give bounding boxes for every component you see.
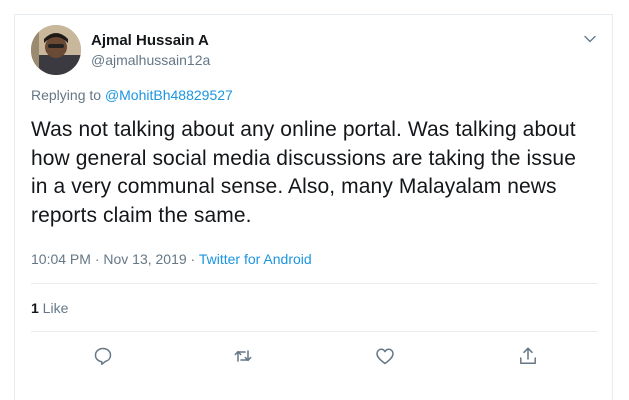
tweet-card: Ajmal Hussain A @ajmalhussain12a Replyin… xyxy=(14,14,613,400)
avatar[interactable] xyxy=(31,25,81,75)
retweet-icon[interactable] xyxy=(232,345,254,367)
replying-to-label: Replying to xyxy=(31,87,105,103)
likes-count[interactable]: 1 Like xyxy=(31,300,68,316)
tweet-meta: 10:04 PM · Nov 13, 2019 · Twitter for An… xyxy=(31,251,312,267)
heart-icon[interactable] xyxy=(374,345,396,367)
likes-label: Like xyxy=(38,300,69,316)
chevron-down-icon[interactable] xyxy=(582,31,598,47)
author-handle[interactable]: @ajmalhussain12a xyxy=(91,52,210,68)
reply-mention-link[interactable]: @MohitBh48829527 xyxy=(105,87,233,103)
avatar-image xyxy=(31,25,81,75)
replying-to: Replying to @MohitBh48829527 xyxy=(31,87,233,103)
tweet-text: Was not talking about any online portal.… xyxy=(31,118,576,227)
reply-icon[interactable] xyxy=(92,345,114,367)
source-link[interactable]: Twitter for Android xyxy=(199,251,312,267)
action-bar xyxy=(15,345,612,369)
share-icon[interactable] xyxy=(517,345,539,367)
divider xyxy=(31,283,598,284)
author-name[interactable]: Ajmal Hussain A xyxy=(91,32,209,49)
timestamp[interactable]: 10:04 PM · Nov 13, 2019 · xyxy=(31,251,199,267)
divider xyxy=(31,331,598,332)
likes-number: 1 xyxy=(31,300,39,316)
